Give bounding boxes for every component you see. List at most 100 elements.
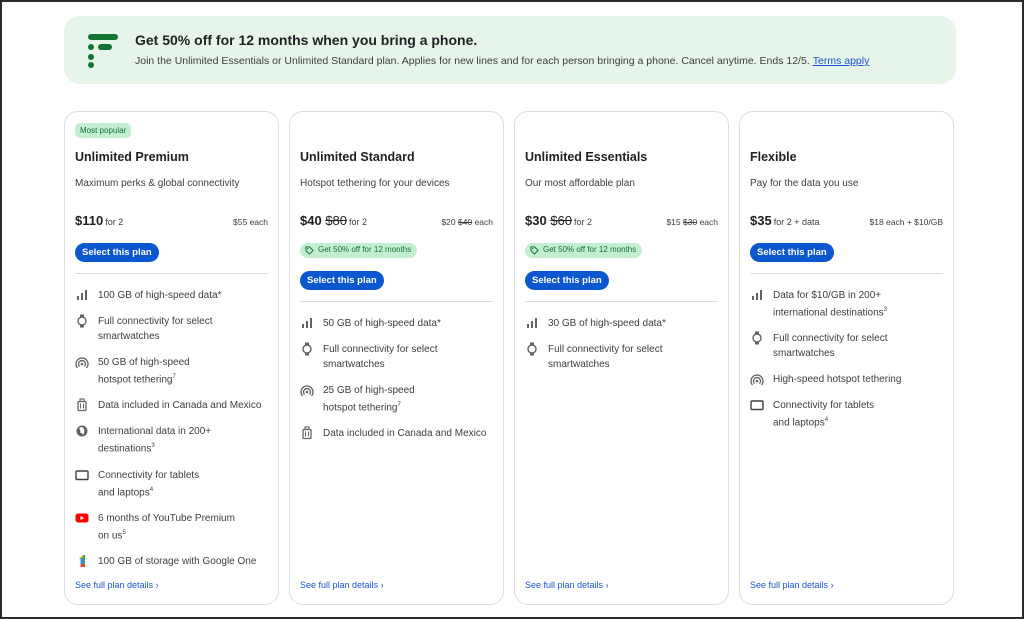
- feature-text: 25 GB of high-speed hotspot tethering7: [323, 383, 495, 415]
- feature-line: smartwatches: [548, 359, 610, 370]
- chevron-right-icon: ›: [605, 580, 609, 590]
- feature-list: Data for $10/GB in 200+ international des…: [750, 288, 945, 442]
- each-label: each + $10/GB: [886, 217, 943, 227]
- select-plan-button[interactable]: Select this plan: [75, 243, 159, 262]
- price-each: $55 each: [233, 217, 268, 227]
- feature-item: 100 GB of storage with Google One: [75, 554, 270, 569]
- select-plan-button[interactable]: Select this plan: [525, 271, 609, 290]
- footnote-marker: 7: [397, 402, 401, 408]
- feature-list: 30 GB of high-speed data* Full connectiv…: [525, 316, 720, 383]
- footnote-marker: 5: [122, 529, 126, 536]
- current-price: $40: [300, 213, 322, 228]
- plan-description: Maximum perks & global connectivity: [75, 178, 240, 189]
- card-divider: [75, 273, 268, 274]
- smartwatch-icon: [300, 342, 314, 356]
- banner-title: Get 50% off for 12 months when you bring…: [135, 32, 478, 48]
- feature-line: 50 GB of high-speed data*: [323, 318, 441, 329]
- hotspot-icon: [300, 383, 314, 397]
- promo-chip: Get 50% off for 12 months: [300, 243, 418, 258]
- price-row: $35 for 2 + data $18 each + $10/GB: [750, 213, 943, 231]
- feature-item: International data in 200+ destinations3: [75, 424, 270, 456]
- price-for-label: for 2 + data: [773, 217, 820, 227]
- feature-line: and laptops: [98, 486, 150, 498]
- feature-item: 50 GB of high-speed hotspot tethering7: [75, 355, 270, 387]
- plan-price: $35 for 2 + data: [750, 213, 820, 228]
- each-price: $18: [869, 217, 884, 227]
- terms-apply-link[interactable]: Terms apply: [813, 55, 870, 67]
- feature-line: International data in 200+: [98, 426, 212, 438]
- feature-item: Connectivity for tablets and laptops4: [750, 398, 945, 430]
- see-full-plan-details-link[interactable]: See full plan details ›: [300, 580, 384, 590]
- select-plan-button[interactable]: Select this plan: [300, 271, 384, 290]
- plan-description: Hotspot tethering for your devices: [300, 178, 450, 189]
- footnote-marker: 7: [172, 374, 176, 380]
- price-row: $30 $60 for 2 $15 $30 each: [525, 213, 718, 231]
- feature-line: 25 GB of high-speed: [323, 385, 415, 396]
- feature-text: Full connectivity for select smartwatches: [773, 331, 945, 361]
- feature-text: Full connectivity for select smartwatches: [323, 342, 495, 372]
- price-each: $20 $40 each: [441, 217, 493, 227]
- luggage-icon: [300, 426, 314, 440]
- each-price: $55: [233, 217, 248, 227]
- feature-line: 100 GB of high-speed data*: [98, 290, 222, 301]
- price-for-label: for 2: [105, 217, 124, 227]
- each-price: $15: [666, 217, 681, 227]
- feature-line: Data included in Canada and Mexico: [98, 400, 262, 412]
- plan-price: $30 $60 for 2: [525, 213, 592, 228]
- current-price: $35: [750, 213, 772, 228]
- feature-text: 30 GB of high-speed data*: [548, 316, 720, 331]
- see-full-plan-details-link[interactable]: See full plan details ›: [525, 580, 609, 590]
- tablet-icon: [75, 468, 89, 482]
- plan-card-unlimited-essentials: Unlimited Essentials Our most affordable …: [514, 111, 729, 605]
- current-price: $30: [525, 213, 547, 228]
- plan-description: Our most affordable plan: [525, 178, 635, 189]
- feature-line: 100 GB of storage with Google One: [98, 556, 257, 568]
- feature-line: Data included in Canada and Mexico: [323, 428, 487, 440]
- promo-chip: Get 50% off for 12 months: [525, 243, 643, 258]
- feature-line: Data for $10/GB in 200+: [773, 290, 882, 301]
- price-for-label: for 2: [349, 217, 368, 227]
- feature-item: Data included in Canada and Mexico: [75, 398, 270, 413]
- feature-text: 100 GB of storage with Google One: [98, 554, 270, 569]
- plan-name: Unlimited Standard: [300, 150, 415, 164]
- see-full-plan-details-link[interactable]: See full plan details ›: [750, 580, 834, 590]
- feature-line: 6 months of YouTube Premium: [98, 512, 235, 524]
- footnote-marker: 4: [824, 417, 829, 424]
- feature-text: Data for $10/GB in 200+ international des…: [773, 288, 945, 320]
- price-for-label: for 2: [574, 217, 593, 227]
- feature-list: 100 GB of high-speed data* Full connecti…: [75, 288, 270, 580]
- feature-line: Full connectivity for select: [548, 344, 663, 355]
- hotspot-icon: [75, 355, 89, 369]
- see-full-plan-details-link[interactable]: See full plan details ›: [75, 580, 159, 590]
- plan-name: Unlimited Essentials: [525, 150, 648, 164]
- google-one-icon: [75, 554, 89, 568]
- each-original-price: $30: [683, 217, 698, 227]
- most-popular-badge: Most popular: [75, 123, 132, 138]
- feature-text: 100 GB of high-speed data*: [98, 288, 270, 303]
- feature-text: International data in 200+ destinations3: [98, 424, 270, 456]
- feature-text: Data included in Canada and Mexico: [323, 426, 495, 441]
- feature-line: 50 GB of high-speed: [98, 357, 190, 368]
- select-plan-button[interactable]: Select this plan: [750, 243, 834, 262]
- feature-line: and laptops: [773, 417, 825, 429]
- price-each: $18 each + $10/GB: [869, 217, 943, 227]
- feature-item: 100 GB of high-speed data*: [75, 288, 270, 303]
- each-label: each: [699, 217, 718, 227]
- feature-item: Full connectivity for select smartwatches: [750, 331, 945, 361]
- luggage-icon: [75, 398, 89, 412]
- details-link-label: See full plan details: [525, 580, 604, 590]
- feature-line: High-speed hotspot tethering: [773, 374, 902, 386]
- plan-name: Flexible: [750, 150, 797, 164]
- feature-item: 50 GB of high-speed data*: [300, 316, 495, 331]
- smartwatch-icon: [525, 342, 539, 356]
- feature-item: High-speed hotspot tethering: [750, 372, 945, 387]
- promo-banner: Get 50% off for 12 months when you bring…: [64, 16, 956, 84]
- card-divider: [525, 301, 718, 302]
- plan-card-unlimited-standard: Unlimited Standard Hotspot tethering for …: [289, 111, 504, 605]
- promo-chip-label: Get 50% off for 12 months: [543, 245, 637, 254]
- each-label: each: [249, 217, 268, 227]
- feature-list: 50 GB of high-speed data* Full connectiv…: [300, 316, 495, 452]
- promo-chip-label: Get 50% off for 12 months: [318, 245, 412, 254]
- plan-description: Pay for the data you use: [750, 178, 859, 189]
- feature-item: 30 GB of high-speed data*: [525, 316, 720, 331]
